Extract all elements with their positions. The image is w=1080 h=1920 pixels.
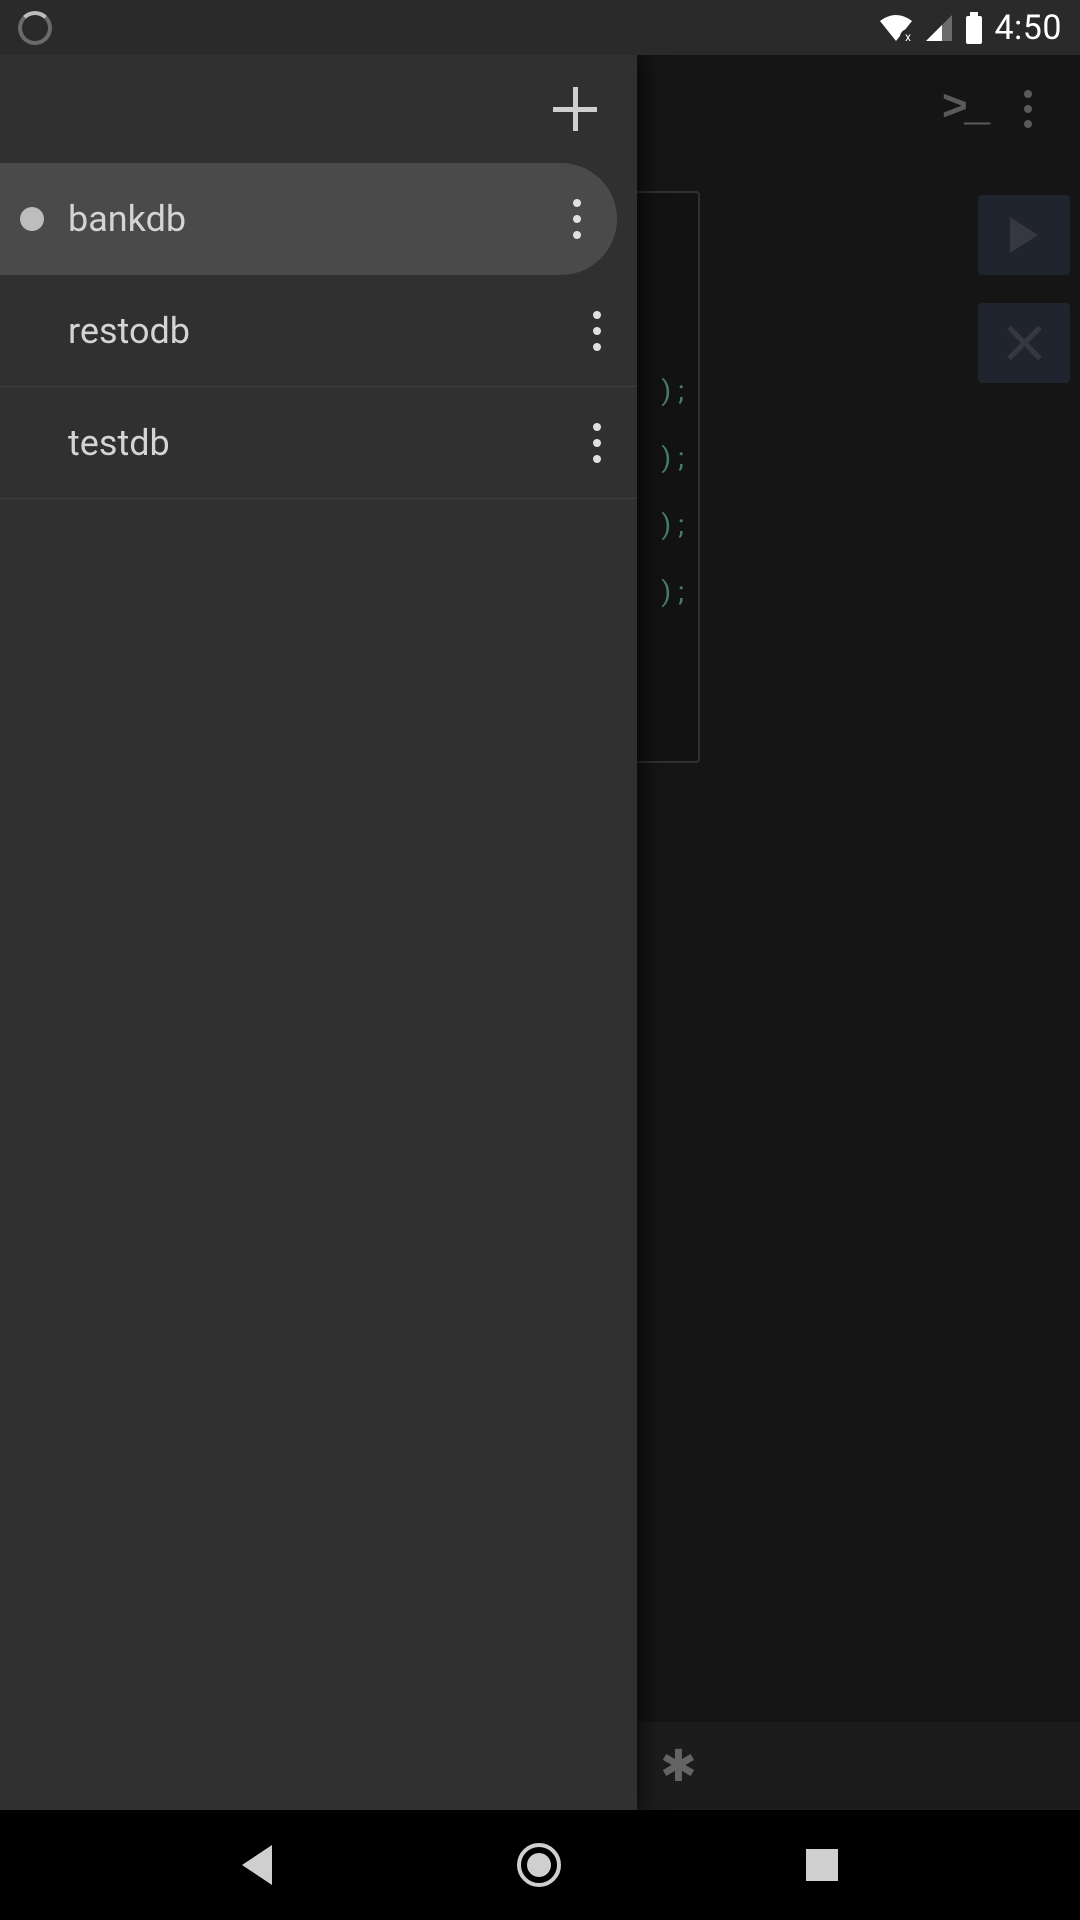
database-name: testdb [68,422,170,464]
terminal-button[interactable]: >_ [932,77,996,141]
android-nav-bar [0,1810,1080,1920]
loading-spinner-icon [18,11,52,45]
nav-back-button[interactable] [242,1845,272,1885]
play-icon [1010,217,1038,253]
database-item-options[interactable] [581,299,613,363]
terminal-icon: >_ [942,84,987,134]
indicator-spacer [20,319,44,343]
drawer-toolbar [0,55,637,163]
asterisk-icon[interactable]: ✱ [660,1740,697,1792]
nav-recent-button[interactable] [806,1849,838,1881]
status-clock: 4:50 [994,8,1062,48]
run-button[interactable] [978,195,1070,275]
svg-text:x: x [905,30,911,43]
database-item-bankdb[interactable]: bankdb [0,163,617,275]
database-item-options[interactable] [581,411,613,475]
close-icon [1004,323,1044,363]
wifi-icon: x [878,13,914,43]
more-vert-icon [1024,90,1032,128]
nav-home-button[interactable] [517,1843,561,1887]
database-name: restodb [68,310,190,352]
database-item-options[interactable] [561,187,593,251]
indicator-spacer [20,431,44,455]
overflow-button[interactable] [996,77,1060,141]
add-database-button[interactable] [543,77,607,141]
database-item-restodb[interactable]: restodb [0,275,637,387]
status-bar: x 4:50 [0,0,1080,55]
database-name: bankdb [68,198,186,240]
plus-icon [553,87,597,131]
cell-signal-icon [924,13,954,43]
database-list: bankdb restodb testdb [0,163,637,499]
selected-indicator-icon [20,207,44,231]
editor-side-actions [978,195,1070,383]
database-item-testdb[interactable]: testdb [0,387,637,499]
database-drawer: bankdb restodb testdb [0,55,637,1810]
battery-icon [964,12,984,44]
clear-button[interactable] [978,303,1070,383]
